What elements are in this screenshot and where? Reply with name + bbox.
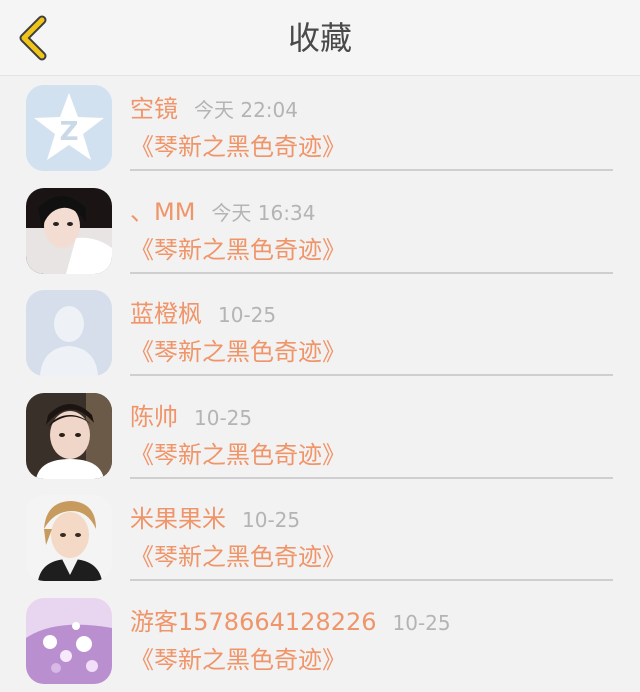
divider — [130, 169, 613, 171]
user-name: 蓝橙枫 — [130, 300, 202, 329]
favorite-item[interactable]: 陈帅 10-25 《琴新之黑色奇迹》 — [0, 384, 640, 487]
divider — [130, 579, 613, 582]
avatar[interactable] — [26, 392, 112, 479]
svg-text:Z: Z — [60, 117, 79, 147]
item-title: 《琴新之黑色奇迹》 — [130, 646, 346, 674]
page-title: 收藏 — [287, 19, 352, 57]
qzone-star-icon: Z — [26, 85, 112, 171]
user-photo-man — [26, 495, 112, 582]
avatar[interactable]: Z — [26, 85, 112, 171]
default-person-icon — [26, 290, 112, 377]
timestamp: 10-25 — [218, 303, 277, 328]
avatar[interactable] — [26, 290, 112, 377]
divider — [130, 374, 613, 377]
user-name: 、MM — [130, 197, 196, 226]
avatar[interactable] — [26, 187, 112, 274]
timestamp: 10-25 — [194, 405, 253, 430]
user-name: 游客1578664128226 — [130, 608, 377, 636]
favorite-item[interactable]: 米果果米 10-25 《琴新之黑色奇迹》 — [0, 486, 640, 589]
user-photo-boy — [26, 392, 112, 479]
user-name: 米果果米 — [130, 505, 226, 534]
user-name: 空镜 — [130, 95, 178, 123]
favorite-item[interactable]: 、MM 今天 16:34 《琴新之黑色奇迹》 — [0, 179, 640, 282]
favorite-item[interactable]: 游客1578664128226 10-25 《琴新之黑色奇迹》 — [0, 589, 640, 692]
user-photo-girl — [26, 187, 112, 274]
timestamp: 10-25 — [392, 611, 451, 635]
avatar[interactable] — [26, 495, 112, 582]
item-title: 《琴新之黑色奇迹》 — [130, 235, 346, 264]
top-bar: 收藏 — [0, 0, 640, 76]
item-title: 《琴新之黑色奇迹》 — [130, 338, 346, 367]
divider — [130, 271, 613, 274]
item-title: 《琴新之黑色奇迹》 — [130, 440, 346, 469]
timestamp: 10-25 — [242, 508, 301, 533]
timestamp: 今天 22:04 — [194, 98, 298, 122]
divider — [130, 476, 613, 479]
user-name: 陈帅 — [130, 402, 178, 431]
user-photo-flowers — [26, 598, 112, 684]
item-title: 《琴新之黑色奇迹》 — [130, 543, 346, 572]
avatar[interactable] — [26, 598, 112, 684]
item-title: 《琴新之黑色奇迹》 — [130, 133, 346, 161]
timestamp: 今天 16:34 — [211, 200, 316, 225]
favorite-item[interactable]: 蓝橙枫 10-25 《琴新之黑色奇迹》 — [0, 281, 640, 384]
